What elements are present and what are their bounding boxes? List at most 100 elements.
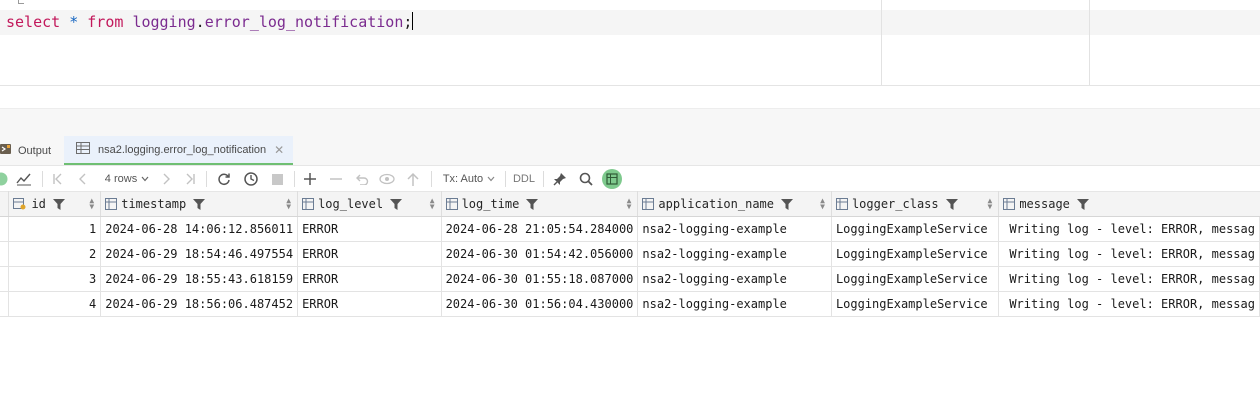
previous-page-icon[interactable] bbox=[75, 169, 91, 189]
column-icon bbox=[302, 198, 315, 210]
row-gutter[interactable] bbox=[0, 266, 10, 292]
cell-application-name[interactable]: nsa2-logging-example bbox=[637, 216, 832, 242]
column-header-logger-class[interactable]: logger_class ▲ ▼ bbox=[831, 191, 1000, 217]
result-table: id ▲ ▼ timestamp ▲ ▼ log_level ▲ ▼ log_time bbox=[0, 191, 1260, 317]
editor-divider bbox=[881, 0, 882, 85]
next-page-icon[interactable] bbox=[158, 169, 174, 189]
column-header-id[interactable]: id ▲ ▼ bbox=[8, 191, 102, 217]
preview-changes-icon[interactable] bbox=[378, 169, 396, 189]
first-page-icon[interactable] bbox=[50, 169, 66, 189]
row-count-dropdown[interactable]: 4 rows bbox=[100, 169, 154, 189]
tab-output[interactable]: Output bbox=[0, 136, 62, 165]
cell-log-time[interactable]: 2024-06-28 21:05:54.284000 bbox=[441, 216, 639, 242]
column-name: log_time bbox=[461, 197, 520, 211]
column-header-log-level[interactable]: log_level ▲ ▼ bbox=[297, 191, 442, 217]
cell-timestamp[interactable]: 2024-06-29 18:54:46.497554 bbox=[100, 241, 299, 267]
add-row-icon[interactable] bbox=[301, 169, 319, 189]
cell-log-time[interactable]: 2024-06-30 01:54:42.056000 bbox=[441, 241, 639, 267]
cell-timestamp[interactable]: 2024-06-28 14:06:12.856011 bbox=[100, 216, 299, 242]
table-row[interactable]: 1 2024-06-28 14:06:12.856011 ERROR 2024-… bbox=[0, 216, 1260, 242]
query-line[interactable]: select * from logging.error_log_notifica… bbox=[6, 12, 414, 32]
cell-message[interactable]: Writing log - level: ERROR, messag bbox=[998, 241, 1260, 267]
sort-icon[interactable]: ▲ ▼ bbox=[286, 197, 291, 211]
column-icon bbox=[1003, 198, 1016, 210]
cell-message[interactable]: Writing log - level: ERROR, messag bbox=[998, 216, 1260, 242]
cell-log-time[interactable]: 2024-06-30 01:55:18.087000 bbox=[441, 266, 639, 292]
row-gutter[interactable] bbox=[0, 241, 10, 267]
filter-icon[interactable] bbox=[390, 198, 403, 210]
cell-log-level[interactable]: ERROR bbox=[297, 216, 442, 242]
row-gutter[interactable] bbox=[0, 291, 10, 317]
cell-id[interactable]: 3 bbox=[8, 266, 102, 292]
cell-log-level[interactable]: ERROR bbox=[297, 241, 442, 267]
cell-application-name[interactable]: nsa2-logging-example bbox=[637, 241, 832, 267]
chevron-down-icon bbox=[141, 176, 149, 182]
table-row[interactable]: 2 2024-06-29 18:54:46.497554 ERROR 2024-… bbox=[0, 241, 1260, 267]
revert-icon[interactable] bbox=[353, 169, 371, 189]
filter-icon[interactable] bbox=[1076, 198, 1089, 210]
column-header-log-time[interactable]: log_time ▲ ▼ bbox=[441, 191, 639, 217]
cell-log-level[interactable]: ERROR bbox=[297, 291, 442, 317]
fold-marker bbox=[18, 0, 24, 4]
cell-id[interactable]: 1 bbox=[8, 216, 102, 242]
cell-logger-class[interactable]: LoggingExampleService bbox=[831, 216, 1000, 242]
filter-icon[interactable] bbox=[781, 198, 793, 210]
cell-logger-class[interactable]: LoggingExampleService bbox=[831, 241, 1000, 267]
table-row[interactable]: 4 2024-06-29 18:56:06.487452 ERROR 2024-… bbox=[0, 291, 1260, 317]
search-icon[interactable] bbox=[577, 169, 595, 189]
column-name: message bbox=[1019, 197, 1070, 211]
filter-icon[interactable] bbox=[52, 198, 65, 210]
submit-icon[interactable] bbox=[404, 169, 422, 189]
panel-splitter[interactable] bbox=[0, 108, 1260, 137]
cell-log-level[interactable]: ERROR bbox=[297, 266, 442, 292]
column-icon bbox=[105, 198, 118, 210]
transaction-mode-dropdown[interactable]: Tx: Auto bbox=[438, 169, 500, 189]
results-toolbar: 4 rows Tx: Auto DDL bbox=[0, 166, 1260, 191]
history-icon[interactable] bbox=[241, 169, 261, 189]
table-row[interactable]: 3 2024-06-29 18:55:43.618159 ERROR 2024-… bbox=[0, 266, 1260, 292]
column-name: log_level bbox=[318, 197, 384, 211]
header-row: id ▲ ▼ timestamp ▲ ▼ log_level ▲ ▼ log_time bbox=[0, 191, 1260, 217]
column-name: application_name bbox=[658, 197, 774, 211]
column-header-timestamp[interactable]: timestamp ▲ ▼ bbox=[100, 191, 299, 217]
cell-id[interactable]: 4 bbox=[8, 291, 102, 317]
cell-log-time[interactable]: 2024-06-30 01:56:04.430000 bbox=[441, 291, 639, 317]
tx-mode-label: Tx: Auto bbox=[442, 173, 484, 185]
cell-application-name[interactable]: nsa2-logging-example bbox=[637, 266, 832, 292]
sort-icon[interactable]: ▲ ▼ bbox=[820, 197, 825, 211]
ddl-button[interactable]: DDL bbox=[511, 169, 537, 189]
view-settings-icon[interactable] bbox=[601, 169, 623, 189]
cell-logger-class[interactable]: LoggingExampleService bbox=[831, 266, 1000, 292]
sort-icon[interactable]: ▲ ▼ bbox=[430, 197, 435, 211]
column-header-application-name[interactable]: application_name ▲ ▼ bbox=[637, 191, 832, 217]
cell-id[interactable]: 2 bbox=[8, 241, 102, 267]
refresh-icon[interactable] bbox=[215, 169, 233, 189]
column-header-message[interactable]: message bbox=[998, 191, 1260, 217]
cell-timestamp[interactable]: 2024-06-29 18:56:06.487452 bbox=[100, 291, 299, 317]
cell-message[interactable]: Writing log - level: ERROR, messag bbox=[998, 266, 1260, 292]
cell-logger-class[interactable]: LoggingExampleService bbox=[831, 291, 1000, 317]
sort-icon[interactable]: ▲ ▼ bbox=[89, 197, 94, 211]
delete-row-icon[interactable] bbox=[327, 169, 345, 189]
pin-icon[interactable] bbox=[551, 169, 569, 189]
tab-result-set[interactable]: nsa2.logging.error_log_notification ✕ bbox=[64, 136, 293, 165]
cell-message[interactable]: Writing log - level: ERROR, messag bbox=[998, 291, 1260, 317]
filter-icon[interactable] bbox=[945, 198, 958, 210]
toolbar-separator bbox=[431, 171, 432, 187]
text-caret bbox=[412, 12, 414, 30]
grid-view-icon[interactable] bbox=[0, 169, 8, 189]
chart-icon[interactable] bbox=[14, 169, 34, 189]
stop-icon[interactable] bbox=[268, 169, 286, 189]
sort-icon[interactable]: ▲ ▼ bbox=[988, 197, 993, 211]
close-icon[interactable]: ✕ bbox=[274, 143, 284, 157]
sql-editor[interactable]: select * from logging.error_log_notifica… bbox=[0, 0, 1260, 86]
row-gutter[interactable] bbox=[0, 216, 10, 242]
sort-icon[interactable]: ▲ ▼ bbox=[627, 197, 632, 211]
chevron-down-icon bbox=[487, 176, 495, 182]
filter-icon[interactable] bbox=[193, 198, 206, 210]
cell-application-name[interactable]: nsa2-logging-example bbox=[637, 291, 832, 317]
last-page-icon[interactable] bbox=[182, 169, 198, 189]
cell-timestamp[interactable]: 2024-06-29 18:55:43.618159 bbox=[100, 266, 299, 292]
ddl-label: DDL bbox=[512, 173, 535, 185]
filter-icon[interactable] bbox=[526, 198, 539, 210]
